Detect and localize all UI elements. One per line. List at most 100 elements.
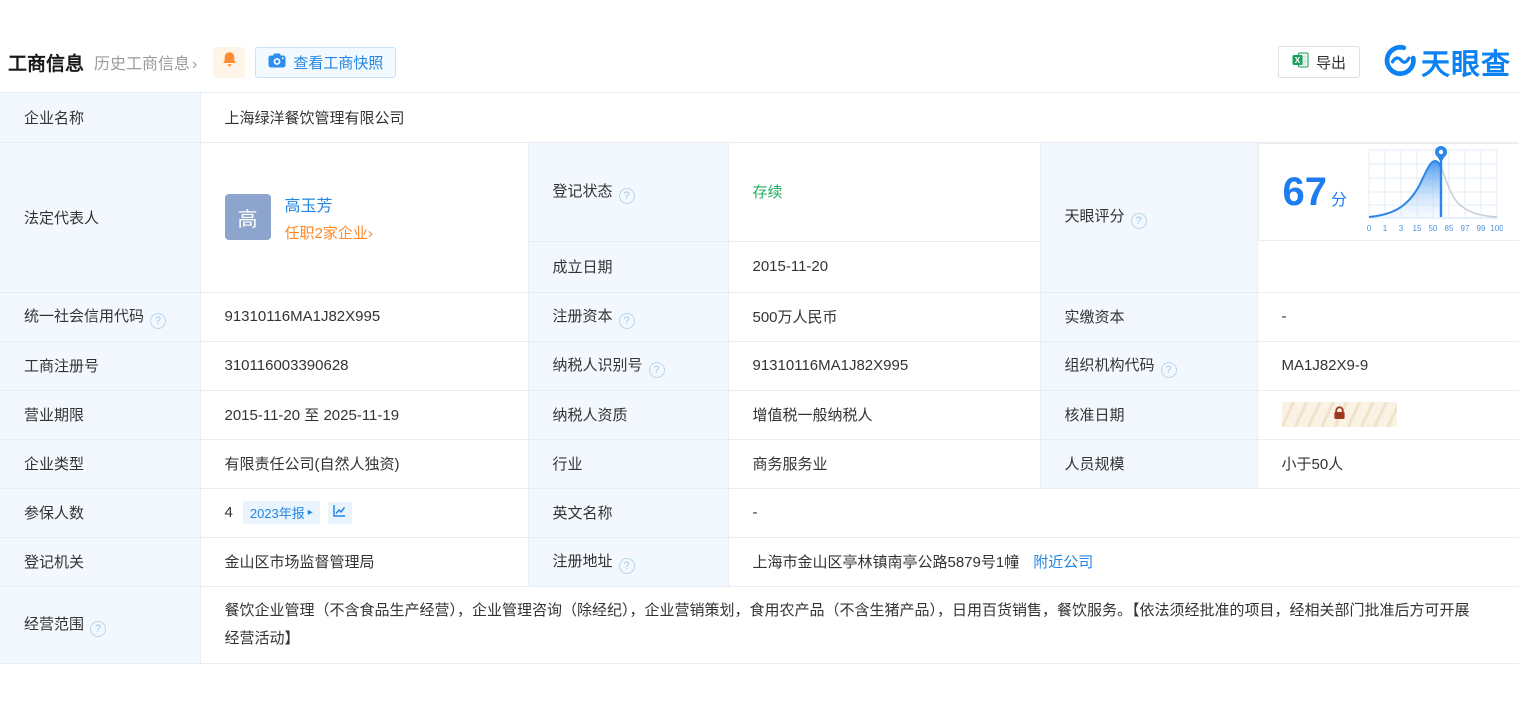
credit-code-value: 91310116MA1J82X995 xyxy=(200,292,528,341)
view-business-snapshot-button[interactable]: 查看工商快照 xyxy=(255,47,396,78)
triangle-right-icon: ▸ xyxy=(308,507,313,518)
tianyancha-logo[interactable]: 天眼查 xyxy=(1384,41,1511,83)
approval-date-value xyxy=(1257,390,1519,439)
page-title: 工商信息 xyxy=(8,49,84,76)
reg-address-cell: 上海市金山区亭林镇南亭公路5879号1幢 附近公司 xyxy=(728,537,1519,586)
nearby-companies-link[interactable]: 附近公司 xyxy=(1033,551,1093,572)
tianyancha-logo-icon xyxy=(1384,44,1416,81)
org-code-value: MA1J82X9-9 xyxy=(1257,341,1519,390)
taxpayer-quality-label: 纳税人资质 xyxy=(528,390,728,439)
org-code-label: 组织机构代码? xyxy=(1040,341,1257,390)
legal-rep-avatar[interactable]: 高 xyxy=(225,194,271,240)
svg-text:85: 85 xyxy=(1445,224,1454,233)
english-name-value: - xyxy=(728,488,1519,537)
score-cell: 67分 xyxy=(1258,143,1519,241)
chevron-right-icon: › xyxy=(368,225,373,242)
score-label: 天眼评分? xyxy=(1040,143,1257,293)
legal-rep-cell: 高 高玉芳 任职2家企业› xyxy=(200,143,528,293)
reg-number-value: 310116003390628 xyxy=(200,341,528,390)
export-button[interactable]: X 导出 xyxy=(1278,46,1360,78)
camera-icon xyxy=(268,53,286,72)
reg-capital-label: 注册资本? xyxy=(528,292,728,341)
reg-number-label: 工商注册号 xyxy=(0,341,200,390)
company-name-value: 上海绿洋餐饮管理有限公司 xyxy=(200,93,1519,143)
company-name-label: 企业名称 xyxy=(0,93,200,143)
insured-count-value: 4 xyxy=(225,504,233,521)
industry-label: 行业 xyxy=(528,439,728,488)
table-row: 企业类型 有限责任公司(自然人独资) 行业 商务服务业 人员规模 小于50人 xyxy=(0,439,1519,488)
table-row: 登记机关 金山区市场监督管理局 注册地址? 上海市金山区亭林镇南亭公路5879号… xyxy=(0,537,1519,586)
reg-address-label: 注册地址? xyxy=(528,537,728,586)
paid-capital-label: 实缴资本 xyxy=(1040,292,1257,341)
table-row: 营业期限 2015-11-20 至 2025-11-19 纳税人资质 增值税一般… xyxy=(0,390,1519,439)
svg-text:97: 97 xyxy=(1461,224,1470,233)
help-icon[interactable]: ? xyxy=(1131,213,1147,229)
insured-count-cell: 4 2023年报▸ xyxy=(200,488,528,537)
locked-value-placeholder[interactable] xyxy=(1282,402,1397,427)
table-row: 经营范围? 餐饮企业管理（不含食品生产经营），企业管理咨询（除经纪），企业营销策… xyxy=(0,586,1519,663)
lock-icon xyxy=(1333,406,1346,424)
svg-text:3: 3 xyxy=(1399,224,1404,233)
table-row: 工商注册号 310116003390628 纳税人识别号? 91310116MA… xyxy=(0,341,1519,390)
business-scope-label: 经营范围? xyxy=(0,586,200,663)
help-icon[interactable]: ? xyxy=(1161,362,1177,378)
score-distribution-chart: 0 1 3 15 50 85 97 99 100 xyxy=(1363,144,1503,240)
company-type-value: 有限责任公司(自然人独资) xyxy=(200,439,528,488)
help-icon[interactable]: ? xyxy=(649,362,665,378)
reg-status-label: 登记状态? xyxy=(528,143,728,242)
table-row: 法定代表人 高 高玉芳 任职2家企业› 登记状态? 存续 天眼评分? 67分 xyxy=(0,143,1519,242)
help-icon[interactable]: ? xyxy=(619,313,635,329)
insured-count-label: 参保人数 xyxy=(0,488,200,537)
bell-icon xyxy=(222,51,237,73)
taxpayer-quality-value: 增值税一般纳税人 xyxy=(728,390,1040,439)
industry-value: 商务服务业 xyxy=(728,439,1040,488)
score-number: 67分 xyxy=(1283,172,1348,212)
company-type-label: 企业类型 xyxy=(0,439,200,488)
business-term-label: 营业期限 xyxy=(0,390,200,439)
toolbar: 工商信息 历史工商信息› 查看工商快照 X 导出 天眼查 xyxy=(0,44,1519,80)
credit-code-label: 统一社会信用代码? xyxy=(0,292,200,341)
svg-text:1: 1 xyxy=(1383,224,1388,233)
staff-size-value: 小于50人 xyxy=(1257,439,1519,488)
approval-date-label: 核准日期 xyxy=(1040,390,1257,439)
legal-rep-positions-link[interactable]: 任职2家企业› xyxy=(285,222,373,243)
reg-address-value: 上海市金山区亭林镇南亭公路5879号1幢 xyxy=(753,551,1020,572)
legal-rep-label: 法定代表人 xyxy=(0,143,200,293)
help-icon[interactable]: ? xyxy=(619,558,635,574)
svg-text:100: 100 xyxy=(1490,224,1503,233)
table-row: 参保人数 4 2023年报▸ 英文名称 - xyxy=(0,488,1519,537)
establish-date-label: 成立日期 xyxy=(528,241,728,292)
line-chart-icon xyxy=(332,503,347,522)
history-info-link[interactable]: 历史工商信息› xyxy=(94,50,197,74)
legal-rep-name-link[interactable]: 高玉芳 xyxy=(285,192,373,216)
business-scope-value: 餐饮企业管理（不含食品生产经营），企业管理咨询（除经纪），企业营销策划，食用农产… xyxy=(200,586,1519,663)
taxpayer-id-label: 纳税人识别号? xyxy=(528,341,728,390)
staff-size-label: 人员规模 xyxy=(1040,439,1257,488)
svg-text:50: 50 xyxy=(1429,224,1438,233)
insured-trend-button[interactable] xyxy=(328,502,352,524)
help-icon[interactable]: ? xyxy=(150,313,166,329)
paid-capital-value: - xyxy=(1257,292,1519,341)
help-icon[interactable]: ? xyxy=(619,188,635,204)
svg-text:15: 15 xyxy=(1413,224,1422,233)
english-name-label: 英文名称 xyxy=(528,488,728,537)
svg-text:0: 0 xyxy=(1367,224,1372,233)
svg-text:X: X xyxy=(1295,55,1301,65)
business-info-table: 企业名称 上海绿洋餐饮管理有限公司 法定代表人 高 高玉芳 任职2家企业› 登记… xyxy=(0,92,1519,664)
establish-date-value: 2015-11-20 xyxy=(728,241,1040,292)
business-term-value: 2015-11-20 至 2025-11-19 xyxy=(200,390,528,439)
notification-bell-button[interactable] xyxy=(213,47,245,78)
help-icon[interactable]: ? xyxy=(90,621,106,637)
annual-report-tag[interactable]: 2023年报▸ xyxy=(243,501,320,524)
taxpayer-id-value: 91310116MA1J82X995 xyxy=(728,341,1040,390)
brand-name: 天眼查 xyxy=(1421,41,1511,83)
svg-text:99: 99 xyxy=(1477,224,1486,233)
reg-capital-value: 500万人民币 xyxy=(728,292,1040,341)
reg-authority-value: 金山区市场监督管理局 xyxy=(200,537,528,586)
reg-authority-label: 登记机关 xyxy=(0,537,200,586)
table-row: 企业名称 上海绿洋餐饮管理有限公司 xyxy=(0,93,1519,143)
excel-icon: X xyxy=(1292,52,1309,72)
table-row: 统一社会信用代码? 91310116MA1J82X995 注册资本? 500万人… xyxy=(0,292,1519,341)
reg-status-value: 存续 xyxy=(728,143,1040,242)
chevron-right-icon: › xyxy=(192,56,197,73)
